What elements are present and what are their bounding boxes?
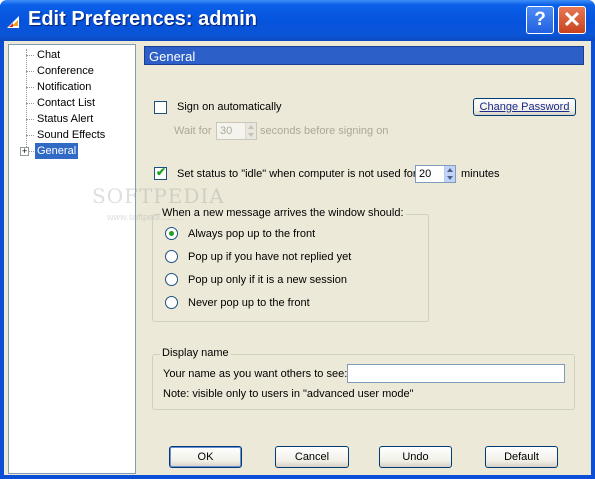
section-header: General (144, 46, 584, 65)
new-message-radio-4[interactable] (165, 296, 178, 309)
signon-label[interactable]: Sign on automatically (177, 101, 282, 113)
new-message-option-label[interactable]: Always pop up to the front (188, 228, 315, 240)
close-icon: ✕ (562, 7, 582, 32)
new-message-radio-1[interactable] (165, 227, 178, 240)
tree-item-label[interactable]: Chat (35, 47, 62, 63)
tree-item-chat[interactable]: Chat (9, 47, 135, 63)
display-name-group-title: Display name (160, 347, 231, 359)
tree-item-notification[interactable]: Notification (9, 79, 135, 95)
help-button[interactable]: ? (526, 6, 554, 34)
spinner-arrows-icon[interactable] (245, 123, 256, 139)
tree-connector (26, 135, 34, 136)
display-name-prompt: Your name as you want others to see: (163, 368, 348, 380)
tree-item-label[interactable]: Status Alert (35, 111, 95, 127)
wait-seconds-suffix: seconds before signing on (260, 125, 389, 137)
display-name-note: Note: visible only to users in "advanced… (163, 388, 414, 400)
idle-label[interactable]: Set status to "idle" when computer is no… (177, 168, 417, 180)
new-message-option-label[interactable]: Pop up if you have not replied yet (188, 251, 351, 263)
checkmark-icon: ✔ (156, 165, 167, 179)
tree-connector (26, 55, 34, 56)
title-bar[interactable]: Edit Preferences: admin ? ✕ (0, 0, 595, 41)
dialog-body: Chat Conference Notification Contact List St… (4, 41, 591, 475)
tree-item-general[interactable]: + General (9, 143, 135, 159)
signon-checkbox[interactable] (154, 101, 167, 114)
tree-connector (26, 71, 34, 72)
tree-connector (26, 103, 34, 104)
tree-item-label[interactable]: Conference (35, 63, 96, 79)
tree-connector (26, 87, 34, 88)
category-tree[interactable]: Chat Conference Notification Contact List St… (8, 44, 136, 474)
wait-seconds-value: 30 (220, 125, 233, 137)
expand-plus-icon[interactable]: + (20, 147, 29, 156)
tree-connector (26, 119, 34, 120)
window-frame-bottom (0, 475, 595, 479)
idle-minutes-value: 20 (419, 168, 432, 180)
new-message-option-label[interactable]: Never pop up to the front (188, 297, 310, 309)
tree-item-label[interactable]: Contact List (35, 95, 97, 111)
change-password-button[interactable]: Change Password (473, 98, 576, 116)
tree-item-status-alert[interactable]: Status Alert (9, 111, 135, 127)
wait-for-label: Wait for (174, 125, 212, 137)
tree-item-label[interactable]: Notification (35, 79, 93, 95)
cancel-button[interactable]: Cancel (275, 446, 349, 468)
close-button[interactable]: ✕ (558, 6, 586, 34)
tree-item-label[interactable]: Sound Effects (35, 127, 107, 143)
idle-minutes-suffix: minutes (461, 168, 500, 180)
new-message-group-title: When a new message arrives the window sh… (160, 207, 406, 219)
window-title: Edit Preferences: admin (28, 8, 257, 30)
spinner-arrows-icon[interactable] (444, 166, 455, 182)
undo-button[interactable]: Undo (379, 446, 452, 468)
default-button[interactable]: Default (485, 446, 558, 468)
idle-minutes-spinner[interactable]: 20 (415, 165, 456, 183)
idle-checkbox[interactable]: ✔ (154, 165, 167, 180)
tree-item-contact-list[interactable]: Contact List (9, 95, 135, 111)
display-name-input[interactable] (347, 364, 565, 383)
new-message-radio-2[interactable] (165, 250, 178, 263)
question-icon: ? (534, 9, 546, 30)
new-message-radio-3[interactable] (165, 273, 178, 286)
radio-selected-dot-icon (169, 231, 174, 236)
app-icon (7, 16, 19, 28)
preferences-window: Edit Preferences: admin ? ✕ Chat Conferen… (0, 0, 595, 479)
new-message-option-label[interactable]: Pop up only if it is a new session (188, 274, 347, 286)
tree-item-sound-effects[interactable]: Sound Effects (9, 127, 135, 143)
tree-item-conference[interactable]: Conference (9, 63, 135, 79)
ok-button[interactable]: OK (169, 446, 242, 468)
wait-seconds-spinner[interactable]: 30 (216, 122, 257, 140)
tree-item-label[interactable]: General (35, 143, 79, 159)
watermark: SOFTPEDIA (92, 184, 225, 208)
